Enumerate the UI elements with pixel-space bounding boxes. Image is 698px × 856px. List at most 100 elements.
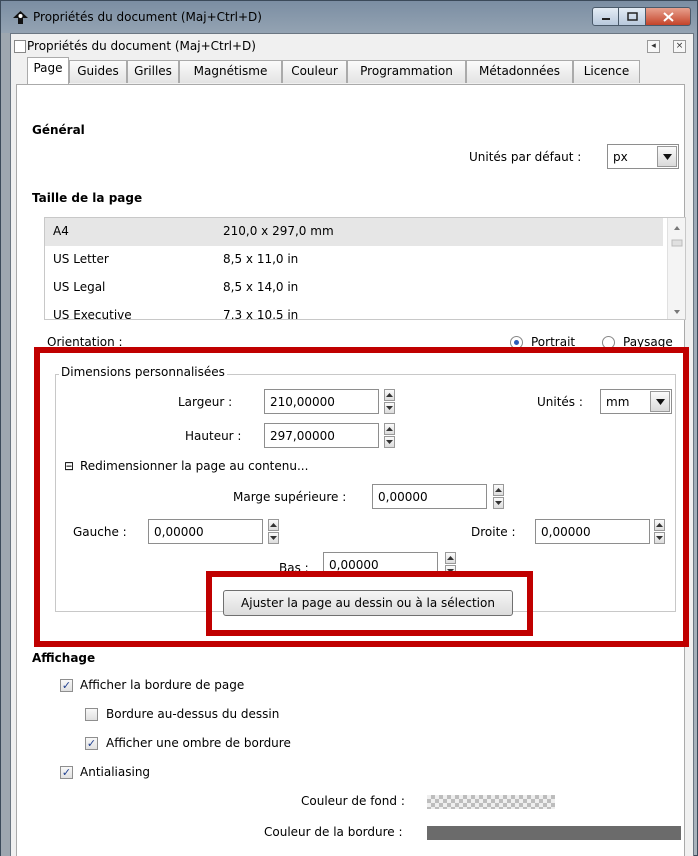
tab-label: Programmation	[360, 64, 453, 78]
bottom-margin-label: Bas :	[279, 561, 309, 575]
page-size-dimensions: 8,5 x 11,0 in	[223, 252, 299, 266]
dock-title: Propriétés du document (Maj+Ctrl+D)	[27, 39, 256, 53]
custom-dimensions-legend: Dimensions personnalisées	[59, 365, 227, 379]
custom-units-label: Unités :	[537, 395, 583, 409]
list-item[interactable]: US Letter 8,5 x 11,0 in	[45, 246, 663, 274]
height-value: 297,00000	[270, 429, 335, 443]
width-stepper[interactable]	[384, 389, 395, 414]
maximize-icon	[626, 12, 638, 21]
custom-units-select[interactable]: mm	[600, 389, 672, 414]
page-size-list[interactable]: A4 210,0 x 297,0 mm US Letter 8,5 x 11,0…	[44, 217, 686, 320]
page-size-dimensions: 8,5 x 14,0 in	[223, 280, 299, 294]
inkscape-icon	[12, 11, 29, 25]
arrow-down-icon[interactable]	[445, 565, 456, 577]
portrait-label[interactable]: Portrait	[531, 335, 575, 349]
landscape-radio[interactable]	[602, 336, 615, 349]
tab-guides[interactable]: Guides	[69, 60, 127, 83]
close-icon	[662, 11, 674, 22]
tab-label: Guides	[77, 64, 119, 78]
maximize-button[interactable]	[619, 7, 646, 26]
tab-label: Grilles	[134, 64, 172, 78]
list-item[interactable]: A4 210,0 x 297,0 mm	[45, 218, 663, 246]
window-controls	[592, 7, 691, 26]
background-color-label: Couleur de fond :	[301, 794, 405, 808]
tab-snapping[interactable]: Magnétisme	[179, 60, 282, 83]
right-margin-input[interactable]: 0,00000	[535, 519, 650, 544]
page-size-name: US Legal	[53, 280, 106, 294]
arrow-up-icon[interactable]	[654, 519, 665, 531]
right-margin-label: Droite :	[471, 525, 516, 539]
arrow-down-icon[interactable]	[384, 436, 395, 448]
display-heading: Affichage	[32, 651, 96, 665]
background-color-swatch[interactable]	[427, 795, 555, 809]
top-margin-stepper[interactable]	[493, 484, 504, 509]
default-units-label: Unités par défaut :	[469, 150, 582, 164]
dock-header: Propriétés du document (Maj+Ctrl+D) ◂ ×	[11, 34, 693, 60]
tab-label: Couleur	[291, 64, 338, 78]
bottom-margin-stepper[interactable]	[445, 552, 456, 577]
right-margin-stepper[interactable]	[654, 519, 665, 544]
arrow-down-icon[interactable]	[384, 402, 395, 414]
top-margin-input[interactable]: 0,00000	[372, 484, 487, 509]
show-shadow-label[interactable]: Afficher une ombre de bordure	[106, 736, 291, 750]
dock-iconify-button[interactable]: ◂	[647, 40, 660, 53]
portrait-radio[interactable]	[510, 336, 523, 349]
tab-scripting[interactable]: Programmation	[347, 60, 466, 83]
arrow-down-icon[interactable]	[268, 532, 279, 544]
antialiasing-label[interactable]: Antialiasing	[80, 765, 150, 779]
document-properties-icon	[14, 40, 26, 53]
tab-page[interactable]: Page	[27, 57, 69, 84]
tab-color[interactable]: Couleur	[282, 60, 347, 83]
minimize-icon	[601, 17, 610, 20]
border-on-top-label[interactable]: Bordure au-dessus du dessin	[106, 707, 279, 721]
height-label: Hauteur :	[185, 429, 242, 443]
list-scrollbar[interactable]	[667, 218, 685, 319]
title-bar[interactable]: Propriétés du document (Maj+Ctrl+D)	[1, 1, 698, 33]
arrow-down-icon[interactable]	[493, 497, 504, 509]
show-border-checkbox[interactable]: ✓	[60, 679, 73, 692]
bottom-margin-input[interactable]: 0,00000	[323, 552, 438, 577]
dialog-window: Propriétés du document (Maj+Ctrl+D) Prop…	[0, 0, 698, 856]
width-input[interactable]: 210,00000	[264, 389, 379, 414]
resize-expander-icon[interactable]: ⊟	[64, 459, 74, 473]
dock-close-button[interactable]: ×	[673, 40, 686, 53]
page-size-name: US Letter	[53, 252, 109, 266]
default-units-select[interactable]: px	[607, 144, 679, 169]
tab-license[interactable]: Licence	[573, 60, 640, 83]
arrow-up-icon[interactable]	[445, 552, 456, 564]
antialiasing-checkbox[interactable]: ✓	[60, 766, 73, 779]
general-heading: Général	[32, 123, 85, 137]
minimize-button[interactable]	[592, 7, 619, 26]
border-on-top-checkbox[interactable]	[85, 708, 98, 721]
tab-grids[interactable]: Grilles	[127, 60, 179, 83]
arrow-down-icon[interactable]	[654, 532, 665, 544]
width-label: Largeur :	[178, 395, 233, 409]
page-size-heading: Taille de la page	[32, 191, 143, 205]
height-input[interactable]: 297,00000	[264, 423, 379, 448]
arrow-up-icon[interactable]	[493, 484, 504, 496]
custom-units-value: mm	[606, 395, 630, 409]
top-margin-value: 0,00000	[378, 490, 428, 504]
page-size-dimensions: 210,0 x 297,0 mm	[223, 224, 334, 238]
bottom-margin-value: 0,00000	[329, 558, 379, 572]
arrow-up-icon[interactable]	[268, 519, 279, 531]
tab-metadata[interactable]: Métadonnées	[466, 60, 573, 83]
list-item[interactable]: US Executive 7,3 x 10,5 in	[45, 302, 663, 319]
left-margin-value: 0,00000	[154, 525, 204, 539]
list-item[interactable]: US Legal 8,5 x 14,0 in	[45, 274, 663, 302]
landscape-label[interactable]: Paysage	[623, 335, 673, 349]
left-margin-input[interactable]: 0,00000	[148, 519, 263, 544]
height-stepper[interactable]	[384, 423, 395, 448]
top-margin-label: Marge supérieure :	[233, 490, 347, 504]
fit-page-to-selection-button[interactable]: Ajuster la page au dessin ou à la sélect…	[223, 590, 513, 616]
tab-label: Licence	[583, 64, 630, 78]
arrow-up-icon[interactable]	[384, 389, 395, 401]
resize-to-content-label[interactable]: Redimensionner la page au contenu...	[80, 459, 308, 473]
show-border-label[interactable]: Afficher la bordure de page	[80, 678, 244, 692]
left-margin-stepper[interactable]	[268, 519, 279, 544]
close-button[interactable]	[646, 7, 691, 26]
orientation-label: Orientation :	[47, 335, 123, 349]
border-color-swatch[interactable]	[427, 826, 681, 840]
arrow-up-icon[interactable]	[384, 423, 395, 435]
show-shadow-checkbox[interactable]: ✓	[85, 737, 98, 750]
